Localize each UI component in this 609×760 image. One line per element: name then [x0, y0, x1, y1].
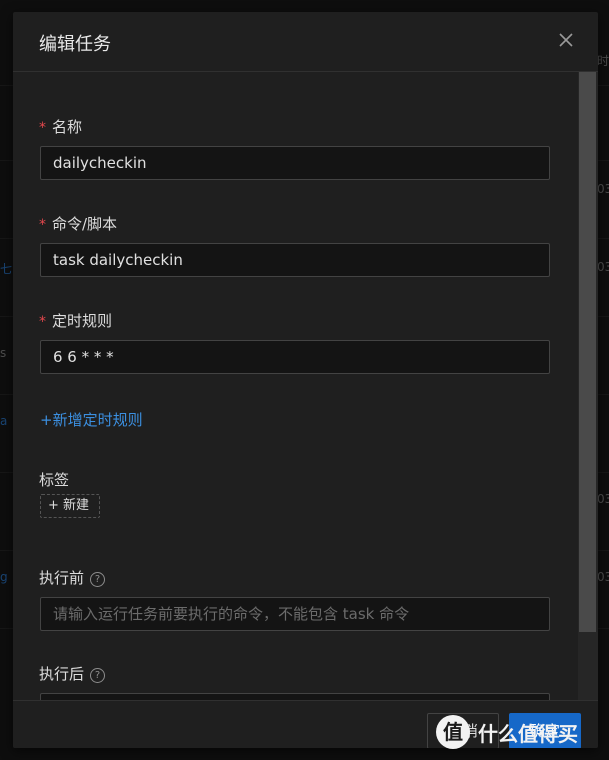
modal-title: 编辑任务: [39, 34, 111, 55]
schedule-input[interactable]: 6 6 * * *: [40, 340, 550, 374]
question-circle-icon[interactable]: ?: [90, 668, 106, 683]
command-input[interactable]: task dailycheckin: [40, 243, 550, 277]
required-mark: *: [39, 217, 46, 233]
new-tag-button[interactable]: + 新建: [40, 494, 100, 518]
command-label-text: 命令/脚本: [52, 215, 118, 233]
before-label-text: 执行前: [39, 569, 85, 587]
before-label: 执行前?: [39, 567, 106, 588]
schedule-label: * 定时规则: [39, 310, 112, 331]
close-icon[interactable]: [554, 28, 578, 52]
after-label-text: 执行后: [39, 665, 85, 683]
name-input[interactable]: dailycheckin: [40, 146, 550, 180]
watermark-text: 什么值得买: [478, 721, 578, 746]
modal-header: 编辑任务: [13, 12, 598, 72]
scrollbar-thumb[interactable]: [579, 72, 596, 632]
name-label-text: 名称: [52, 118, 83, 136]
question-circle-icon[interactable]: ?: [90, 572, 106, 587]
edit-task-modal: 编辑任务 * 名称 dailycheckin * 命令/脚本 task dailyc…: [13, 12, 598, 748]
watermark: 值 什么值得买: [436, 712, 578, 752]
required-mark: *: [39, 120, 46, 136]
scrollbar-track[interactable]: [578, 72, 598, 700]
watermark-logo: 值: [436, 715, 470, 749]
required-mark: *: [39, 314, 46, 330]
after-command-input[interactable]: [40, 693, 550, 700]
add-schedule-rule-link[interactable]: +新增定时规则: [40, 409, 143, 430]
before-command-input[interactable]: 请输入运行任务前要执行的命令，不能包含 task 命令: [40, 597, 550, 631]
modal-body: * 名称 dailycheckin * 命令/脚本 task dailychecki…: [13, 72, 598, 700]
after-label: 执行后?: [39, 663, 106, 684]
command-label: * 命令/脚本: [39, 213, 117, 234]
name-label: * 名称: [39, 116, 82, 137]
schedule-label-text: 定时规则: [52, 312, 113, 330]
tags-label: 标签: [39, 471, 70, 489]
